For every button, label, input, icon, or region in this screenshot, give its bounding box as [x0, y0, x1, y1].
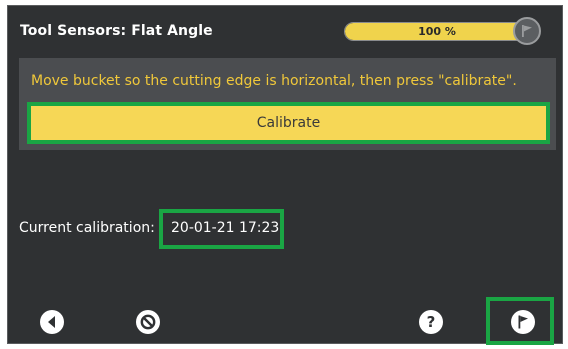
current-calibration-label: Current calibration: [19, 220, 155, 236]
tool-sensor-screen: Tool Sensors: Flat Angle 100 % Move buck… [7, 5, 563, 345]
instruction-panel: Move bucket so the cutting edge is horiz… [19, 58, 556, 150]
calibrate-button-highlight: Calibrate [27, 102, 550, 144]
page-title: Tool Sensors: Flat Angle [20, 23, 213, 39]
progress-text: 100 % [418, 25, 456, 38]
flag-icon [513, 17, 541, 45]
calibration-value-highlight: 20-01-21 17:23 [159, 209, 284, 249]
calibrate-button[interactable]: Calibrate [31, 106, 546, 140]
back-arrow-icon[interactable] [40, 310, 64, 334]
flag-icon[interactable] [511, 310, 535, 334]
header: Tool Sensors: Flat Angle 100 % [8, 6, 562, 54]
current-calibration-value: 20-01-21 17:23 [171, 220, 280, 236]
instruction-text: Move bucket so the cutting edge is horiz… [31, 73, 517, 89]
progress-bar: 100 % [344, 22, 528, 41]
help-icon[interactable]: ? [419, 310, 443, 334]
svg-text:?: ? [427, 313, 436, 331]
cancel-icon[interactable] [136, 310, 160, 334]
